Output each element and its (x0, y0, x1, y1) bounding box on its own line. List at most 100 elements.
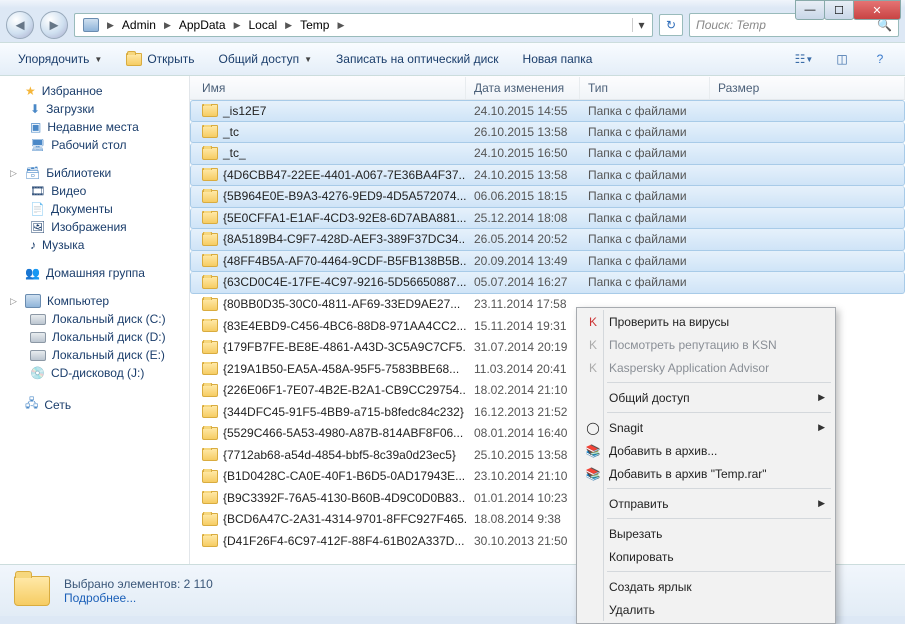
homegroup-icon: 👥 (25, 266, 40, 280)
nav-music[interactable]: ♪Музыка (0, 236, 189, 254)
breadcrumb-segment[interactable]: Local (242, 16, 283, 34)
file-row[interactable]: {5E0CFFA1-E1AF-4CD3-92E8-6D7ABA881...25.… (190, 208, 905, 230)
file-name: {344DFC45-91F5-4BB9-a715-b8fedc84c232} (223, 405, 464, 419)
nav-pictures[interactable]: 🖼Изображения (0, 218, 189, 236)
refresh-button[interactable]: ↻ (659, 14, 683, 36)
ctx-ksn-reputation[interactable]: KПосмотреть репутацию в KSN (579, 333, 833, 356)
nav-desktop[interactable]: 🖥Рабочий стол (0, 136, 189, 154)
new-folder-button[interactable]: Новая папка (513, 48, 603, 70)
file-type: Папка с файлами (580, 104, 710, 118)
computer-icon (25, 294, 41, 308)
download-icon: ⬇ (30, 102, 40, 116)
kaspersky-icon: K (585, 337, 601, 353)
ctx-share[interactable]: Общий доступ▶ (579, 386, 833, 409)
ctx-scan-viruses[interactable]: KПроверить на вирусы (579, 310, 833, 333)
address-dropdown[interactable]: ▾ (632, 18, 650, 32)
file-name: {5B964E0E-B9A3-4276-9ED9-4D5A572074... (223, 189, 466, 203)
folder-icon (202, 104, 218, 117)
column-date[interactable]: Дата изменения (466, 77, 580, 99)
address-bar[interactable]: ▶ Admin▶ AppData▶ Local▶ Temp▶ ▾ (74, 13, 653, 37)
breadcrumb-segment[interactable]: AppData (173, 16, 232, 34)
nav-downloads[interactable]: ⬇Загрузки (0, 100, 189, 118)
folder-icon (202, 448, 218, 461)
folder-icon (202, 276, 218, 289)
share-button[interactable]: Общий доступ▼ (208, 48, 322, 70)
close-button[interactable]: ✕ (853, 0, 901, 20)
file-date: 23.11.2014 17:58 (466, 297, 580, 311)
kaspersky-icon: K (585, 314, 601, 330)
ctx-kaspersky-advisor[interactable]: KKaspersky Application Advisor (579, 356, 833, 379)
file-row[interactable]: {8A5189B4-C9F7-428D-AEF3-389F37DC34...26… (190, 229, 905, 251)
star-icon: ★ (25, 84, 36, 98)
search-placeholder: Поиск: Temp (696, 18, 766, 32)
winrar-icon: 📚 (585, 466, 601, 482)
help-button[interactable]: ? (863, 47, 897, 71)
open-button[interactable]: Открыть (116, 48, 204, 70)
breadcrumb-segment[interactable]: Temp (294, 16, 335, 34)
file-name: _tc_ (223, 146, 246, 160)
file-date: 26.05.2014 20:52 (466, 232, 580, 246)
file-date: 20.09.2014 13:49 (466, 254, 580, 268)
cd-icon: 💿 (30, 366, 45, 380)
file-date: 11.03.2014 20:41 (466, 362, 580, 376)
file-date: 16.12.2013 21:52 (466, 405, 580, 419)
view-mode-button[interactable]: ☷ ▼ (787, 47, 821, 71)
ctx-shortcut[interactable]: Создать ярлык (579, 575, 833, 598)
breadcrumb-segment[interactable]: Admin (116, 16, 162, 34)
file-row[interactable]: {63CD0C4E-17FE-4C97-9216-5D56650887...05… (190, 272, 905, 294)
drive-icon (30, 314, 46, 325)
nav-network[interactable]: 🖧Сеть (0, 392, 189, 417)
file-type: Папка с файлами (580, 168, 710, 182)
ctx-delete[interactable]: Удалить (579, 598, 833, 621)
preview-pane-button[interactable]: ◫ (825, 47, 859, 71)
minimize-button[interactable]: — (795, 0, 825, 20)
ctx-add-archive[interactable]: 📚Добавить в архив... (579, 439, 833, 462)
file-date: 15.11.2014 19:31 (466, 319, 580, 333)
burn-button[interactable]: Записать на оптический диск (326, 48, 509, 70)
ctx-copy[interactable]: Копировать (579, 545, 833, 568)
column-type[interactable]: Тип (580, 77, 710, 99)
column-size[interactable]: Размер (710, 77, 905, 99)
file-date: 24.10.2015 13:58 (466, 168, 580, 182)
ctx-snagit[interactable]: ◯Snagit▶ (579, 416, 833, 439)
status-folder-icon (14, 576, 50, 606)
nav-drive-d[interactable]: Локальный диск (D:) (0, 328, 189, 346)
nav-drive-e[interactable]: Локальный диск (E:) (0, 346, 189, 364)
nav-recent[interactable]: ▣Недавние места (0, 118, 189, 136)
back-button[interactable]: ◄ (6, 11, 34, 39)
nav-favorites[interactable]: ★Избранное (0, 82, 189, 100)
forward-button[interactable]: ► (40, 11, 68, 39)
ctx-add-archive-temp[interactable]: 📚Добавить в архив "Temp.rar" (579, 462, 833, 485)
nav-cd-drive[interactable]: 💿CD-дисковод (J:) (0, 364, 189, 382)
file-row[interactable]: {5B964E0E-B9A3-4276-9ED9-4D5A572074...06… (190, 186, 905, 208)
file-row[interactable]: _tc26.10.2015 13:58Папка с файлами (190, 122, 905, 144)
nav-documents[interactable]: 📄Документы (0, 200, 189, 218)
file-row[interactable]: _tc_24.10.2015 16:50Папка с файлами (190, 143, 905, 165)
organize-button[interactable]: Упорядочить▼ (8, 48, 112, 70)
file-name: {D41F26F4-6C97-412F-88F4-61B02A337D... (223, 534, 464, 548)
file-date: 18.02.2014 21:10 (466, 383, 580, 397)
nav-homegroup[interactable]: 👥Домашняя группа (0, 264, 189, 282)
file-name: {7712ab68-a54d-4854-bbf5-8c39a0d23ec5} (223, 448, 456, 462)
nav-drive-c[interactable]: Локальный диск (C:) (0, 310, 189, 328)
ctx-cut[interactable]: Вырезать (579, 522, 833, 545)
file-row[interactable]: _is12E724.10.2015 14:55Папка с файлами (190, 100, 905, 122)
folder-icon (202, 125, 218, 138)
status-more-link[interactable]: Подробнее... (64, 591, 213, 605)
ctx-send-to[interactable]: Отправить▶ (579, 492, 833, 515)
file-row[interactable]: {48FF4B5A-AF70-4464-9CDF-B5FB138B5B...20… (190, 251, 905, 273)
file-name: {80BB0D35-30C0-4811-AF69-33ED9AE27... (223, 297, 460, 311)
snagit-icon: ◯ (585, 420, 601, 436)
nav-videos[interactable]: 🎞Видео (0, 182, 189, 200)
nav-computer[interactable]: ▷Компьютер (0, 292, 189, 310)
column-name[interactable]: Имя (194, 77, 466, 99)
folder-icon (202, 233, 218, 246)
maximize-button[interactable]: ☐ (824, 0, 854, 20)
file-type: Папка с файлами (580, 232, 710, 246)
folder-icon (202, 211, 218, 224)
file-row[interactable]: {4D6CBB47-22EE-4401-A067-7E36BA4F37...24… (190, 165, 905, 187)
nav-libraries[interactable]: ▷🗃Библиотеки (0, 164, 189, 182)
computer-root-icon[interactable] (77, 16, 105, 34)
folder-icon (202, 254, 218, 267)
file-name: {5529C466-5A53-4980-A87B-814ABF8F06... (223, 426, 463, 440)
